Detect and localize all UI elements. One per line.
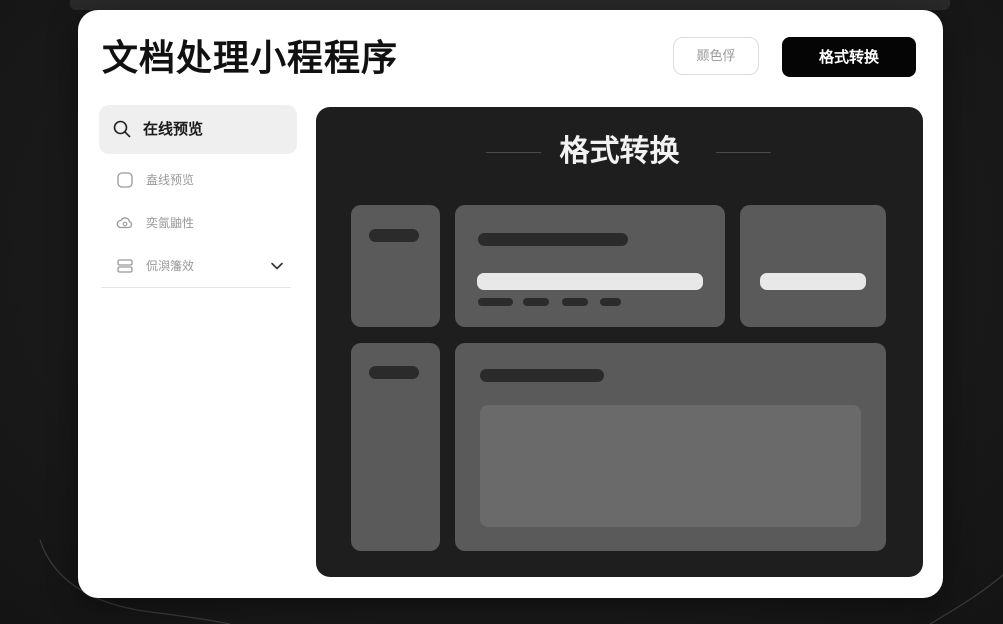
- placeholder-bar: [478, 233, 628, 246]
- sidebar-divider: [101, 287, 291, 288]
- placeholder-content-area: [480, 405, 861, 527]
- sidebar-item-effects[interactable]: 侃㵰籓效: [116, 254, 296, 278]
- search-icon: [113, 120, 131, 138]
- sidebar-search[interactable]: 在线预览: [99, 105, 297, 154]
- sidebar-item-label: 侃㵰籓效: [146, 259, 195, 273]
- page-title: 文档处理小程程序: [102, 38, 399, 79]
- square-icon: [117, 172, 133, 188]
- placeholder-bar: [369, 229, 419, 242]
- panel-title: 格式转换: [559, 134, 680, 169]
- placeholder-dot: [562, 298, 588, 306]
- placeholder-dot: [600, 298, 621, 306]
- title-rule-right: [716, 152, 771, 153]
- placeholder-tile-wide: [455, 205, 725, 327]
- placeholder-bar-highlight: [477, 273, 703, 290]
- placeholder-tile-tall: [351, 343, 440, 551]
- format-convert-button[interactable]: 格式转换: [782, 37, 916, 77]
- placeholder-tile-small: [351, 205, 440, 327]
- sidebar-item-preview[interactable]: 盍线预览: [116, 168, 296, 192]
- secondary-button[interactable]: 颞色俘: [673, 37, 759, 75]
- app-window: 文档处理小程程序 颞色俘 格式转换 在线预览 盍线预览 奕氤鼬性 侃㵰籓效 格式…: [78, 10, 943, 598]
- preview-panel: 格式转换: [316, 107, 923, 577]
- window-frame-top: [70, 0, 950, 10]
- sidebar-item-properties[interactable]: 奕氤鼬性: [116, 211, 296, 235]
- sidebar-search-label: 在线预览: [143, 120, 204, 138]
- placeholder-dot: [478, 298, 513, 306]
- sidebar-item-label: 奕氤鼬性: [146, 216, 195, 230]
- chevron-down-icon[interactable]: [270, 259, 284, 273]
- placeholder-bar-highlight: [760, 273, 866, 290]
- sidebar-item-label: 盍线预览: [146, 173, 195, 187]
- placeholder-dot: [523, 298, 549, 306]
- cloud-icon: [116, 217, 133, 229]
- placeholder-tile-medium: [740, 205, 886, 327]
- placeholder-bar: [369, 366, 419, 379]
- list-icon: [117, 259, 133, 273]
- placeholder-tile-large: [455, 343, 886, 551]
- placeholder-bar: [480, 369, 604, 382]
